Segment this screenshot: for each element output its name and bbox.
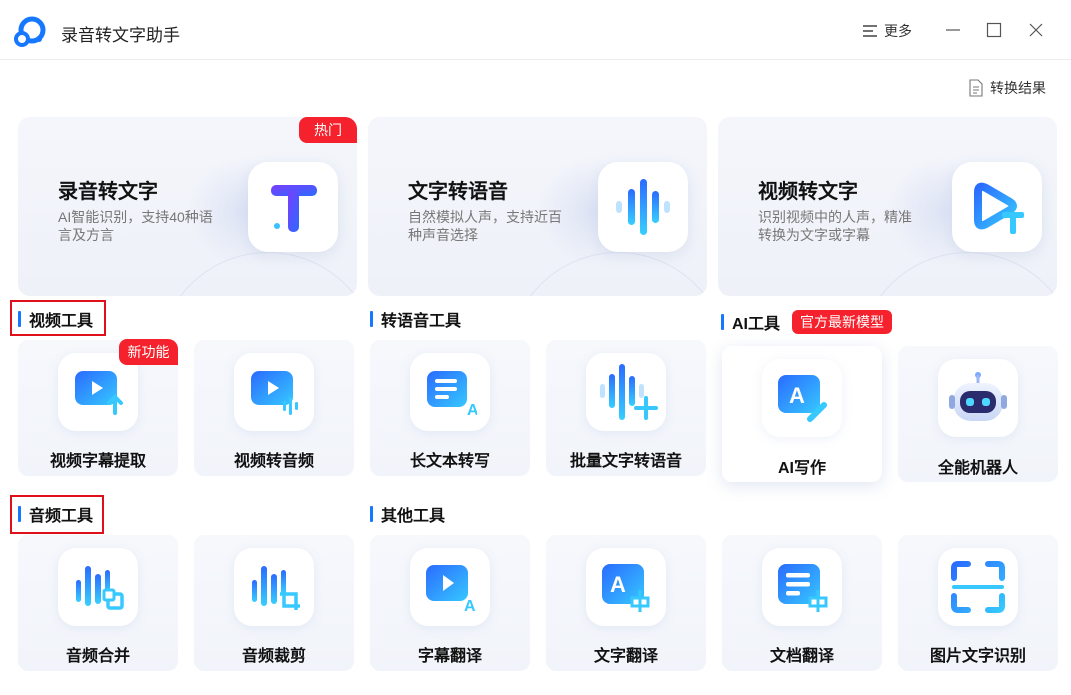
hero-title: 视频转文字 [758, 181, 858, 203]
hero-title: 录音转文字 [58, 181, 158, 203]
app-logo-icon [14, 16, 46, 47]
svg-text:A: A [467, 402, 477, 417]
tool-image-ocr[interactable]: 图片文字识别 [898, 535, 1058, 671]
audio-wave-add-icon [586, 353, 666, 431]
minimize-icon [946, 29, 960, 31]
tool-label: 文字翻译 [593, 648, 658, 665]
text-document-icon: A [410, 353, 490, 431]
more-label: 更多 [884, 23, 912, 39]
close-icon [1029, 23, 1043, 37]
tool-label: 音频裁剪 [241, 648, 306, 665]
more-menu-button[interactable]: 更多 [862, 20, 912, 42]
hero-card-audio-to-text[interactable]: 录音转文字 AI智能识别，支持40种语言及方言 [18, 117, 357, 296]
hero-card-text-to-speech[interactable]: 文字转语音 自然模拟人声，支持近百种声音选择 [368, 117, 707, 296]
section-label: 其他工具 [381, 508, 446, 525]
tool-label: 批量文字转语音 [569, 453, 682, 470]
tool-all-round-robot[interactable]: 全能机器人 [898, 346, 1058, 482]
conversion-results-label: 转换结果 [990, 80, 1046, 96]
decorative-ring [158, 252, 357, 296]
svg-text:A: A [610, 572, 626, 597]
tool-label: 文档翻译 [769, 648, 834, 665]
hero-description: AI智能识别，支持40种语言及方言 [58, 209, 213, 243]
section-accent-bar [721, 314, 724, 330]
scan-icon [938, 548, 1018, 626]
app-title: 录音转文字助手 [61, 26, 180, 45]
document-icon [969, 79, 983, 97]
tool-subtitle-translate[interactable]: A 字幕翻译 [370, 535, 530, 671]
section-accent-bar [370, 506, 373, 522]
minimize-button[interactable] [940, 17, 966, 43]
highlight-box [10, 300, 106, 336]
conversion-results-button[interactable]: 转换结果 [968, 78, 1046, 98]
ai-model-badge: 官方最新模型 [792, 310, 892, 334]
new-feature-badge: 新功能 [119, 339, 178, 365]
svg-text:A: A [789, 383, 805, 408]
tool-document-translate[interactable]: 文档翻译 [722, 535, 882, 671]
title-bar: 录音转文字助手 更多 [0, 0, 1071, 60]
tool-label: 全能机器人 [937, 460, 1018, 477]
document-translate-icon [762, 548, 842, 626]
section-title-ai-tools: AI工具 [721, 311, 780, 333]
tool-audio-cut[interactable]: 音频裁剪 [194, 535, 354, 671]
close-button[interactable] [1023, 17, 1049, 43]
text-translate-icon: A [586, 548, 666, 626]
maximize-button[interactable] [981, 17, 1007, 43]
decorative-ring [858, 252, 1057, 296]
tool-label: AI写作 [777, 460, 826, 477]
section-label: 转语音工具 [381, 313, 462, 330]
tool-long-text-transcribe[interactable]: A 长文本转写 [370, 340, 530, 476]
hero-description: 自然模拟人声，支持近百种声音选择 [408, 209, 562, 243]
svg-text:A: A [464, 598, 476, 613]
audio-merge-icon [58, 548, 138, 626]
tool-video-to-audio[interactable]: 视频转音频 [194, 340, 354, 476]
robot-icon [938, 359, 1018, 437]
subtitle-translate-icon: A [410, 548, 490, 626]
tool-audio-merge[interactable]: 音频合并 [18, 535, 178, 671]
section-title-tts-tools: 转语音工具 [370, 308, 461, 330]
decorative-ring [508, 252, 707, 296]
audio-wave-icon [598, 162, 688, 252]
menu-list-icon [863, 25, 877, 37]
maximize-icon [986, 22, 1002, 38]
hero-card-video-to-text[interactable]: 视频转文字 识别视频中的人声，精准转换为文字或字幕 [718, 117, 1057, 296]
hero-title: 文字转语音 [408, 181, 508, 203]
tool-label: 视频转音频 [233, 453, 314, 470]
tool-ai-writing[interactable]: A AI写作 [722, 346, 882, 482]
highlight-box [10, 495, 104, 534]
tool-label: 音频合并 [65, 648, 130, 665]
tool-text-translate[interactable]: A 文字翻译 [546, 535, 706, 671]
ai-write-icon: A [762, 359, 842, 437]
tool-label: 图片文字识别 [929, 648, 1026, 665]
video-text-icon [952, 162, 1042, 252]
video-audio-icon [234, 353, 314, 431]
section-title-other-tools: 其他工具 [370, 503, 445, 525]
audio-crop-icon [234, 548, 314, 626]
section-label: AI工具 [732, 316, 781, 333]
section-accent-bar [370, 311, 373, 327]
tool-label: 长文本转写 [409, 453, 490, 470]
text-t-icon [248, 162, 338, 252]
tool-label: 字幕翻译 [417, 648, 482, 665]
hero-description: 识别视频中的人声，精准转换为文字或字幕 [758, 209, 912, 243]
tool-batch-tts[interactable]: 批量文字转语音 [546, 340, 706, 476]
hot-badge: 热门 [299, 117, 357, 143]
tool-label: 视频字幕提取 [49, 453, 146, 470]
